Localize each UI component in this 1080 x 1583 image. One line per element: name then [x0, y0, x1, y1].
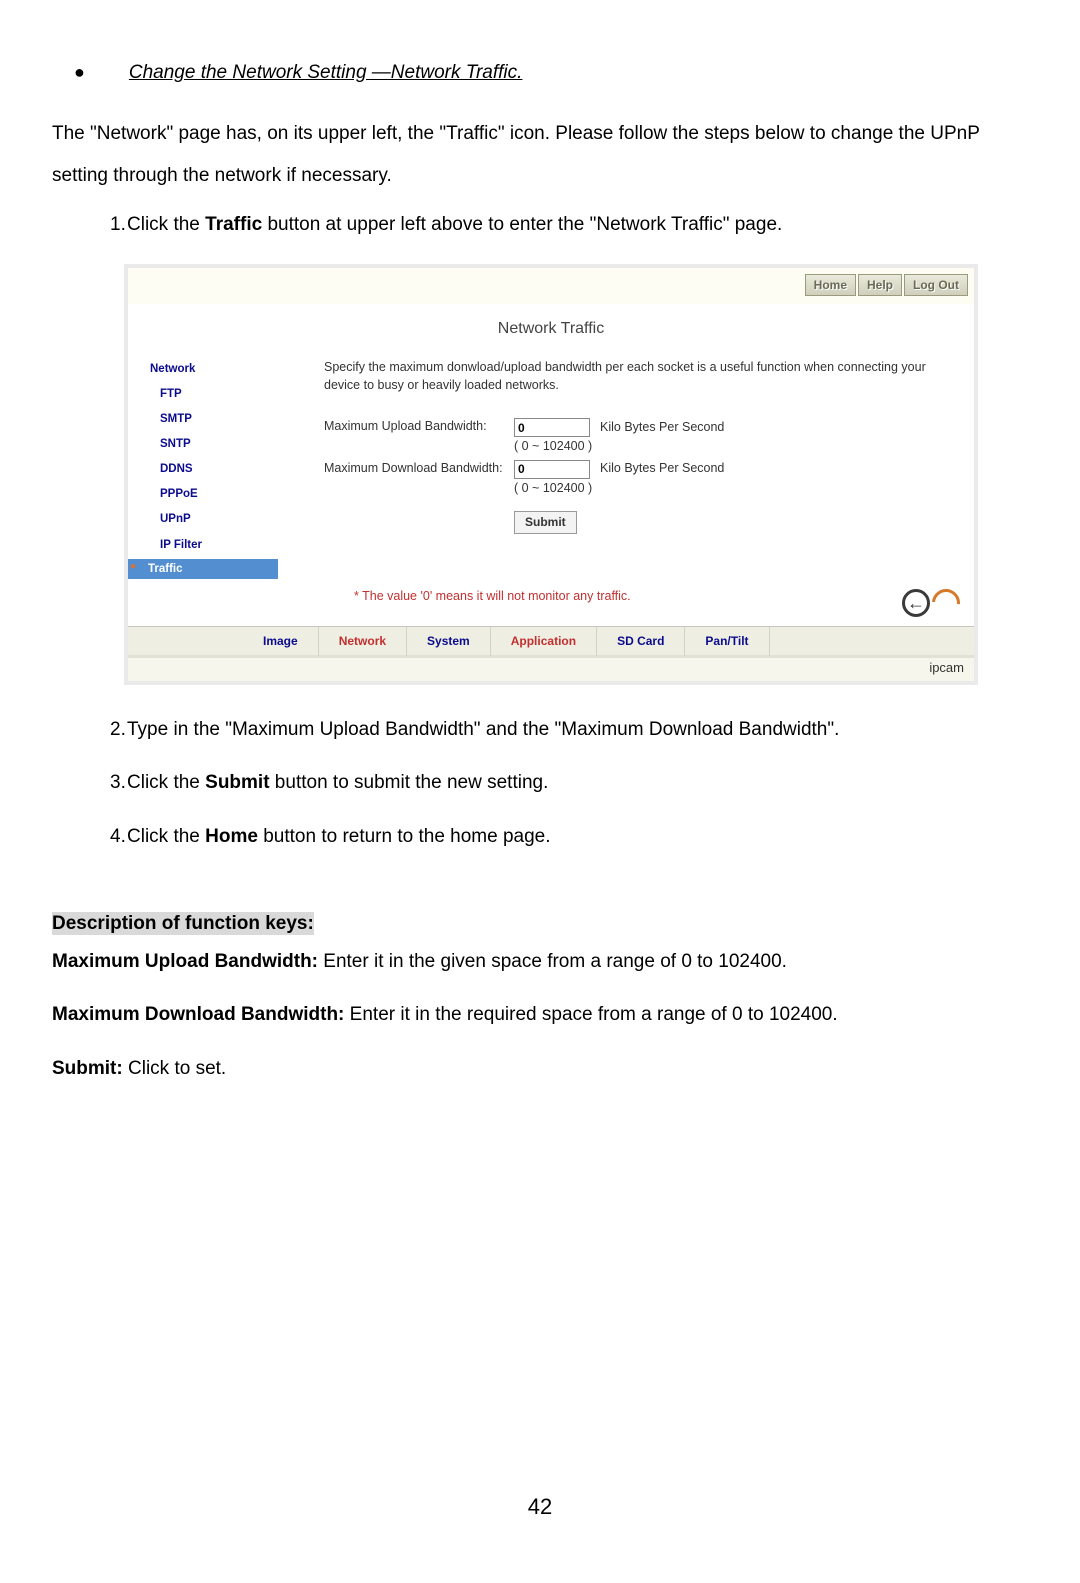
download-row: Maximum Download Bandwidth: Kilo Bytes P…: [324, 460, 950, 498]
footer-brand: ipcam: [128, 655, 974, 680]
home-button[interactable]: Home: [805, 274, 856, 297]
sidebar: Network FTP SMTP SNTP DDNS PPPoE UPnP IP…: [128, 358, 278, 606]
refresh-icon[interactable]: [926, 584, 965, 623]
page-number: 42: [52, 1492, 1028, 1523]
download-label: Maximum Download Bandwidth:: [324, 460, 514, 476]
section-bullet: ● Change the Network Setting —Network Tr…: [52, 60, 1028, 87]
description-block: Description of function keys: Maximum Up…: [52, 911, 1028, 1082]
upload-row: Maximum Upload Bandwidth: Kilo Bytes Per…: [324, 418, 950, 456]
nav-control-icons: ←: [902, 589, 960, 617]
header-nav: Home Help Log Out: [803, 274, 968, 297]
tab-pantilt[interactable]: Pan/Tilt: [685, 627, 769, 656]
section-title: Change the Network Setting —Network Traf…: [129, 60, 523, 87]
download-unit: Kilo Bytes Per Second: [600, 460, 724, 478]
desc-text: Enter it in the required space from a ra…: [350, 1004, 838, 1025]
step-text: Click the Home button to return to the h…: [127, 822, 1028, 851]
sidebar-item-traffic[interactable]: Traffic: [128, 559, 278, 579]
download-range: ( 0 ~ 102400 ): [514, 480, 803, 498]
sidebar-item-sntp[interactable]: SNTP: [144, 433, 278, 458]
page-title: Network Traffic: [128, 304, 974, 358]
bold-term: Submit: [205, 772, 269, 793]
sidebar-item-ddns[interactable]: DDNS: [144, 458, 278, 483]
tab-network[interactable]: Network: [319, 627, 407, 656]
description-heading: Description of function keys:: [52, 912, 314, 935]
step-number: 4.: [52, 822, 127, 851]
sidebar-item-pppoe[interactable]: PPPoE: [144, 483, 278, 508]
description-text: Specify the maximum donwload/upload band…: [324, 358, 950, 394]
bold-term: Traffic: [205, 214, 262, 235]
upload-label: Maximum Upload Bandwidth:: [324, 418, 514, 434]
desc-label: Submit:: [52, 1058, 128, 1079]
sidebar-item-upnp[interactable]: UPnP: [144, 508, 278, 533]
tab-image[interactable]: Image: [243, 627, 319, 656]
content-area: Specify the maximum donwload/upload band…: [278, 358, 974, 606]
logout-button[interactable]: Log Out: [904, 274, 968, 297]
sidebar-item-ipfilter[interactable]: IP Filter: [144, 534, 278, 559]
step-number: 1.: [52, 210, 127, 239]
step-list: 1. Click the Traffic button at upper lef…: [52, 210, 1028, 239]
tab-application[interactable]: Application: [491, 627, 597, 656]
list-item: 4. Click the Home button to return to th…: [52, 822, 1028, 851]
tab-system[interactable]: System: [407, 627, 491, 656]
intro-paragraph: The "Network" page has, on its upper lef…: [52, 113, 1028, 199]
step-list-continued: 2. Type in the "Maximum Upload Bandwidth…: [52, 715, 1028, 851]
note-text: * The value '0' means it will not monito…: [354, 588, 950, 606]
step-text: Click the Traffic button at upper left a…: [127, 210, 1028, 239]
upload-unit: Kilo Bytes Per Second: [600, 419, 724, 437]
step-number: 3.: [52, 768, 127, 797]
sidebar-item-network[interactable]: Network: [144, 358, 278, 383]
desc-label: Maximum Download Bandwidth:: [52, 1004, 350, 1025]
main-panel: Network Traffic Network FTP SMTP SNTP DD…: [128, 304, 974, 656]
back-arrow-icon[interactable]: ←: [902, 589, 930, 617]
sidebar-item-ftp[interactable]: FTP: [144, 383, 278, 408]
step-text: Click the Submit button to submit the ne…: [127, 768, 1028, 797]
desc-text: Enter it in the given space from a range…: [323, 951, 787, 972]
help-button[interactable]: Help: [858, 274, 902, 297]
header-bar: Home Help Log Out: [128, 268, 974, 304]
upload-range: ( 0 ~ 102400 ): [514, 438, 803, 456]
sidebar-item-smtp[interactable]: SMTP: [144, 408, 278, 433]
desc-text: Click to set.: [128, 1058, 226, 1079]
list-item: 2. Type in the "Maximum Upload Bandwidth…: [52, 715, 1028, 744]
tab-sdcard[interactable]: SD Card: [597, 627, 685, 656]
download-input[interactable]: [514, 460, 590, 479]
bullet-icon: ●: [74, 60, 85, 85]
bottom-nav: Image Network System Application SD Card…: [128, 626, 974, 655]
embedded-screenshot: Home Help Log Out Network Traffic Networ…: [124, 264, 978, 685]
upload-input[interactable]: [514, 418, 590, 437]
bold-term: Home: [205, 826, 258, 847]
list-item: 3. Click the Submit button to submit the…: [52, 768, 1028, 797]
step-number: 2.: [52, 715, 127, 744]
list-item: 1. Click the Traffic button at upper lef…: [52, 210, 1028, 239]
step-text: Type in the "Maximum Upload Bandwidth" a…: [127, 715, 1028, 744]
desc-label: Maximum Upload Bandwidth:: [52, 951, 323, 972]
submit-button[interactable]: Submit: [514, 511, 577, 534]
